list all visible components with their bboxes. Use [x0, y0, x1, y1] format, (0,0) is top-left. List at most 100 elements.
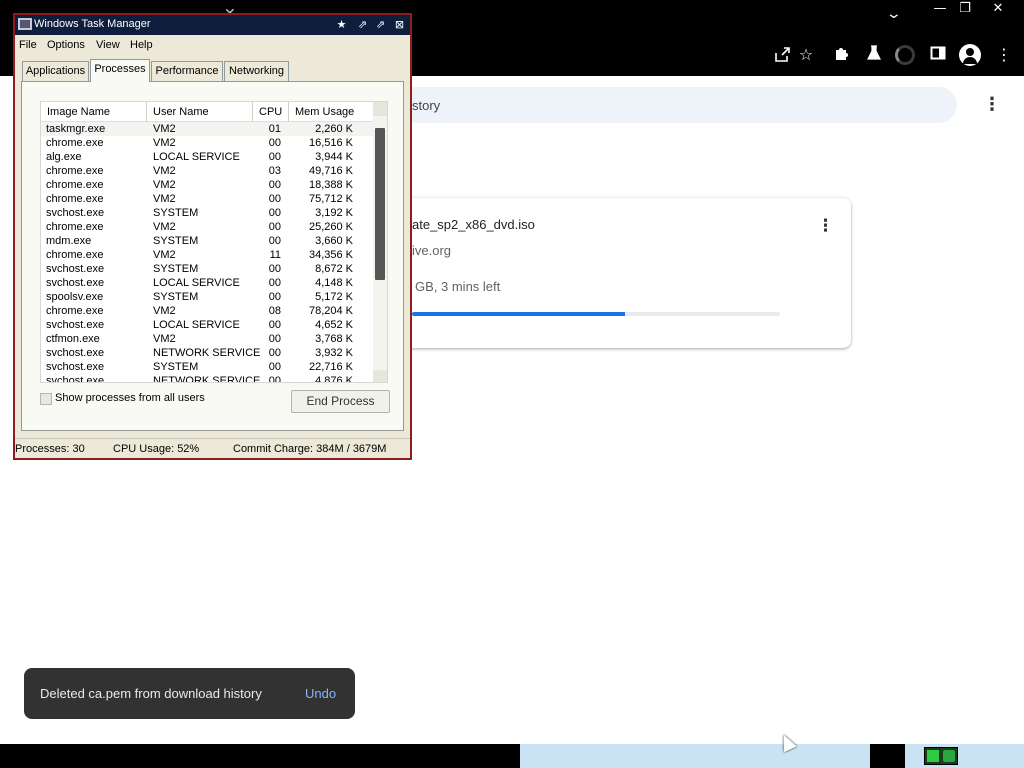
process-cpu: 03 — [268, 165, 281, 177]
process-cpu: 00 — [268, 277, 281, 289]
process-mem-usage: 16,516 K — [308, 137, 353, 149]
restore-button[interactable]: ❐ — [950, 0, 980, 18]
process-mem-usage: 4,148 K — [315, 277, 353, 289]
share-icon[interactable] — [772, 45, 792, 65]
process-mem-usage: 25,260 K — [308, 221, 353, 233]
scroll-down-button[interactable] — [373, 370, 387, 382]
minimize-button[interactable]: ⇗ — [355, 18, 370, 32]
side-panel-icon[interactable] — [928, 45, 948, 65]
process-cpu: 00 — [268, 151, 281, 163]
process-mem-usage: 18,388 K — [308, 179, 353, 191]
snackbar: Deleted ca.pem from download history Und… — [24, 668, 355, 719]
process-row[interactable]: ctfmon.exe VM2 00 3,768 K — [41, 332, 374, 346]
menu-view[interactable]: View — [96, 39, 120, 51]
process-cpu: 00 — [268, 361, 281, 373]
process-row[interactable]: chrome.exe VM2 00 16,516 K — [41, 136, 374, 150]
process-cpu: 00 — [268, 333, 281, 345]
process-user-name: SYSTEM — [153, 235, 199, 247]
process-user-name: VM2 — [153, 221, 176, 233]
downloads-search-bar[interactable] — [380, 87, 957, 123]
undo-button[interactable]: Undo — [305, 686, 336, 701]
process-row[interactable]: svchost.exe SYSTEM 00 22,716 K — [41, 360, 374, 374]
pin-icon[interactable]: ★ — [334, 18, 349, 32]
process-row[interactable]: chrome.exe VM2 00 75,712 K — [41, 192, 374, 206]
status-commit-charge: Commit Charge: 384M / 3679M — [233, 443, 387, 455]
download-menu-icon[interactable]: ⋮ — [817, 216, 834, 236]
lab-flask-icon[interactable] — [864, 45, 884, 65]
download-source[interactable]: ive.org — [412, 243, 451, 258]
process-cpu: 00 — [268, 235, 281, 247]
process-user-name: VM2 — [153, 333, 176, 345]
process-row[interactable]: mdm.exe SYSTEM 00 3,660 K — [41, 234, 374, 248]
process-cpu: 00 — [268, 179, 281, 191]
loading-spinner-icon — [895, 45, 915, 65]
process-row[interactable]: taskmgr.exe VM2 01 2,260 K — [41, 122, 374, 136]
process-row[interactable]: svchost.exe SYSTEM 00 8,672 K — [41, 262, 374, 276]
process-image-name: mdm.exe — [46, 235, 92, 247]
tray-network-icon[interactable] — [924, 747, 958, 765]
process-mem-usage: 2,260 K — [315, 123, 353, 135]
process-image-name: svchost.exe — [46, 207, 105, 219]
show-all-processes-label[interactable]: Show processes from all users — [55, 392, 205, 404]
process-row[interactable]: chrome.exe VM2 00 25,260 K — [41, 220, 374, 234]
tab-search-chevron-icon[interactable]: ⌄ — [886, 6, 902, 22]
tab-applications[interactable]: Applications — [22, 61, 89, 81]
process-image-name: svchost.exe — [46, 375, 105, 383]
process-mem-usage: 49,716 K — [308, 165, 353, 177]
menu-file[interactable]: File — [19, 39, 37, 51]
column-user-name[interactable]: User Name — [147, 102, 253, 122]
process-list-scrollbar[interactable] — [373, 102, 387, 382]
process-row[interactable]: chrome.exe VM2 03 49,716 K — [41, 164, 374, 178]
process-row[interactable]: svchost.exe NETWORK SERVICE 00 3,932 K — [41, 346, 374, 360]
page-menu-icon[interactable]: ⋮ — [983, 94, 1001, 115]
process-image-name: chrome.exe — [46, 221, 104, 233]
status-cpu-usage: CPU Usage: 52% — [113, 443, 200, 455]
process-row[interactable]: svchost.exe SYSTEM 00 3,192 K — [41, 206, 374, 220]
column-mem-usage[interactable]: Mem Usage — [289, 102, 361, 122]
show-all-processes-checkbox[interactable] — [40, 393, 52, 405]
tab-networking[interactable]: Networking — [224, 61, 289, 81]
process-user-name: VM2 — [153, 179, 176, 191]
scroll-up-button[interactable] — [373, 102, 387, 116]
end-process-button[interactable]: End Process — [291, 390, 390, 413]
column-image-name[interactable]: Image Name — [41, 102, 147, 122]
process-mem-usage: 75,712 K — [308, 193, 353, 205]
close-button[interactable]: ⊠ — [392, 18, 407, 32]
tab-processes[interactable]: Processes — [90, 59, 150, 82]
menu-help[interactable]: Help — [130, 39, 153, 51]
process-row[interactable]: svchost.exe NETWORK SERVICE 00 4,876 K — [41, 374, 374, 383]
process-cpu: 00 — [268, 375, 281, 383]
chrome-menu-icon[interactable]: ⋮ — [994, 45, 1014, 65]
process-image-name: ctfmon.exe — [46, 333, 100, 345]
process-image-name: chrome.exe — [46, 137, 104, 149]
star-icon[interactable]: ☆ — [796, 45, 816, 65]
task-manager-app-icon — [18, 18, 32, 30]
process-row[interactable]: svchost.exe LOCAL SERVICE 00 4,652 K — [41, 318, 374, 332]
maximize-button[interactable]: ⇗ — [373, 18, 388, 32]
extensions-icon[interactable] — [832, 45, 852, 65]
tab-performance[interactable]: Performance — [151, 61, 223, 81]
process-mem-usage: 22,716 K — [308, 361, 353, 373]
process-cpu: 00 — [268, 263, 281, 275]
process-row[interactable]: svchost.exe LOCAL SERVICE 00 4,148 K — [41, 276, 374, 290]
process-user-name: LOCAL SERVICE — [153, 277, 240, 289]
status-processes: Processes: 30 — [15, 443, 85, 455]
close-button[interactable]: ✕ — [983, 0, 1013, 18]
process-row[interactable]: spoolsv.exe SYSTEM 00 5,172 K — [41, 290, 374, 304]
process-row[interactable]: chrome.exe VM2 11 34,356 K — [41, 248, 374, 262]
process-user-name: NETWORK SERVICE — [153, 347, 261, 359]
process-row[interactable]: chrome.exe VM2 00 18,388 K — [41, 178, 374, 192]
process-list[interactable]: Image Name User Name CPU Mem Usage taskm… — [40, 101, 388, 383]
process-image-name: chrome.exe — [46, 179, 104, 191]
profile-avatar-icon[interactable] — [959, 44, 981, 66]
column-cpu[interactable]: CPU — [253, 102, 289, 122]
scrollbar-thumb[interactable] — [375, 128, 385, 280]
process-cpu: 00 — [268, 221, 281, 233]
process-user-name: VM2 — [153, 137, 176, 149]
process-cpu: 00 — [268, 347, 281, 359]
menu-options[interactable]: Options — [47, 39, 85, 51]
process-row[interactable]: chrome.exe VM2 08 78,204 K — [41, 304, 374, 318]
process-row[interactable]: alg.exe LOCAL SERVICE 00 3,944 K — [41, 150, 374, 164]
download-filename[interactable]: ate_sp2_x86_dvd.iso — [412, 217, 535, 232]
task-manager-titlebar[interactable]: Windows Task Manager ★ ⇗ ⇗ ⊠ — [15, 15, 410, 35]
